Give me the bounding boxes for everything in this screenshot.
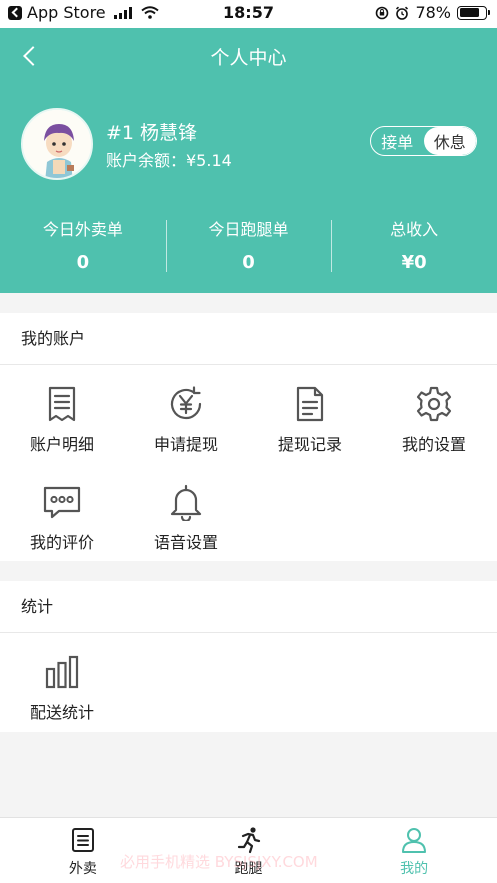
status-right: 78%: [375, 3, 490, 22]
section-title: 统计: [0, 581, 497, 633]
cell-label: 提现记录: [277, 435, 342, 454]
my-reviews-button[interactable]: 我的评价: [0, 463, 124, 561]
account-balance: 账户余额：¥5.14: [106, 151, 232, 170]
stat-label: 今日外卖单: [42, 220, 123, 239]
work-status-toggle[interactable]: 接单 休息: [370, 126, 477, 156]
battery-icon: [457, 5, 490, 20]
cell-label: 语音设置: [153, 533, 218, 552]
yen-refresh-icon: [170, 386, 202, 420]
tab-label: 我的: [400, 861, 429, 877]
runner-icon: [237, 827, 260, 854]
stat-label: 今日跑腿单: [208, 220, 289, 239]
user-icon: [402, 828, 427, 853]
stat-today-errand: 今日跑腿单 0: [165, 216, 332, 274]
file-text-icon: [296, 386, 324, 422]
stat-label: 总收入: [390, 220, 439, 239]
stat-value: 0: [242, 252, 255, 273]
apply-withdraw-button[interactable]: 申请提现: [124, 365, 248, 463]
section-title: 我的账户: [0, 313, 497, 365]
cell-label: 申请提现: [153, 435, 218, 454]
stat-today-delivery: 今日外卖单 0: [0, 216, 166, 274]
tab-label: 外卖: [68, 861, 97, 877]
page-title: 个人中心: [210, 47, 287, 69]
voice-settings-button[interactable]: 语音设置: [124, 463, 248, 561]
status-bar: App Store 18:57 78%: [0, 0, 497, 28]
avatar[interactable]: [21, 108, 93, 180]
tab-bar: 外卖 跑腿 我的: [0, 817, 497, 883]
cell-label: 账户明细: [29, 435, 94, 454]
list-icon: [71, 828, 94, 852]
bar-chart-icon: [45, 655, 79, 689]
chat-bubble-icon: [43, 486, 81, 519]
delivery-statistics-button[interactable]: 配送统计: [0, 633, 124, 731]
alarm-icon: [396, 6, 409, 20]
statistics-section: 统计 配送统计: [0, 581, 497, 732]
avatar-illustration: [23, 110, 91, 178]
account-grid: 账户明细 申请提现 提现记录 我的设置 我的评价 语音设置: [0, 365, 497, 561]
gear-icon: [416, 386, 452, 422]
tab-label: 跑腿: [234, 861, 263, 877]
toggle-accept-orders[interactable]: 接单: [371, 127, 424, 155]
stats-row: 今日外卖单 0 今日跑腿单 0 总收入 ¥0: [0, 216, 497, 274]
stat-value: ¥0: [401, 252, 427, 273]
my-settings-button[interactable]: 我的设置: [372, 365, 496, 463]
statistics-grid: 配送统计: [0, 633, 497, 731]
bell-icon: [170, 484, 202, 521]
toggle-rest[interactable]: 休息: [423, 127, 476, 155]
cell-label: 我的设置: [401, 435, 466, 454]
withdraw-records-button[interactable]: 提现记录: [248, 365, 372, 463]
cell-label: 配送统计: [29, 703, 94, 722]
tab-errand[interactable]: 跑腿: [166, 818, 332, 883]
my-account-section: 我的账户 账户明细 申请提现 提现记录 我的设置 我的评价 语音设置: [0, 313, 497, 561]
courier-name: #1 杨慧锋: [106, 122, 198, 144]
stat-total-income: 总收入 ¥0: [331, 216, 497, 274]
account-details-button[interactable]: 账户明细: [0, 365, 124, 463]
tab-mine[interactable]: 我的: [331, 818, 497, 883]
profile-header: 个人中心 #1 杨慧锋 账户余额：¥5.14 接单 休息 今日外卖单 0 今日跑…: [0, 28, 497, 293]
tab-takeout[interactable]: 外卖: [0, 818, 166, 883]
document-list-icon: [48, 386, 76, 422]
stat-value: 0: [76, 252, 90, 273]
battery-percent: 78%: [415, 3, 451, 22]
cell-label: 我的评价: [29, 533, 94, 552]
rotation-lock-icon: [376, 6, 389, 19]
